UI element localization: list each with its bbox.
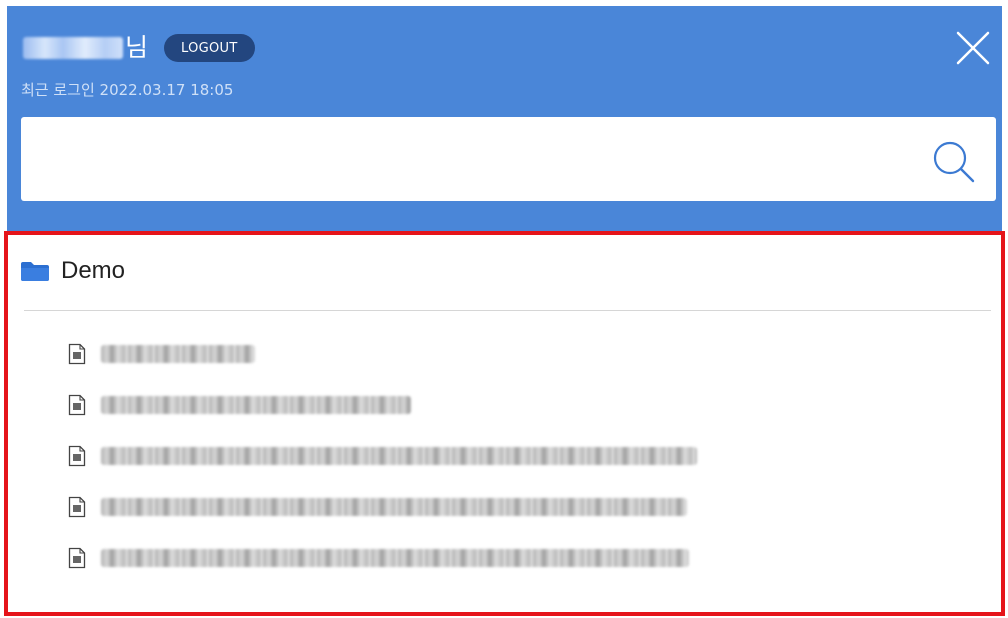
folder-icon: [21, 262, 49, 281]
document-item[interactable]: [68, 328, 697, 379]
close-icon: [956, 31, 990, 65]
search-button[interactable]: [931, 139, 977, 185]
document-item[interactable]: [68, 430, 697, 481]
document-tree-panel: Demo: [4, 231, 1005, 616]
document-title-redacted: [101, 446, 697, 465]
document-icon: [68, 547, 86, 568]
document-icon: [68, 394, 86, 415]
last-login-text: 최근 로그인 2022.03.17 18:05: [21, 81, 234, 99]
document-title-redacted: [101, 497, 687, 516]
document-item[interactable]: [68, 379, 697, 430]
search-input[interactable]: [21, 117, 901, 201]
document-title-redacted: [101, 548, 689, 567]
divider: [24, 310, 991, 311]
user-name-redacted: [23, 37, 123, 59]
search-box: [21, 117, 996, 201]
document-item[interactable]: [68, 532, 697, 583]
logout-button[interactable]: LOGOUT: [164, 34, 255, 62]
document-icon: [68, 445, 86, 466]
document-title-redacted: [101, 395, 411, 414]
user-info: 님 LOGOUT: [23, 34, 255, 62]
folder-label: Demo: [61, 257, 126, 284]
search-icon: [933, 141, 975, 183]
document-icon: [68, 496, 86, 517]
user-honorific: 님: [125, 33, 149, 62]
document-list: [68, 328, 697, 583]
document-item[interactable]: [68, 481, 697, 532]
close-button[interactable]: [953, 28, 993, 68]
document-icon: [68, 343, 86, 364]
folder-demo[interactable]: Demo: [20, 257, 125, 285]
header-panel: 님 LOGOUT 최근 로그인 2022.03.17 18:05: [7, 6, 1002, 231]
document-title-redacted: [101, 344, 255, 363]
